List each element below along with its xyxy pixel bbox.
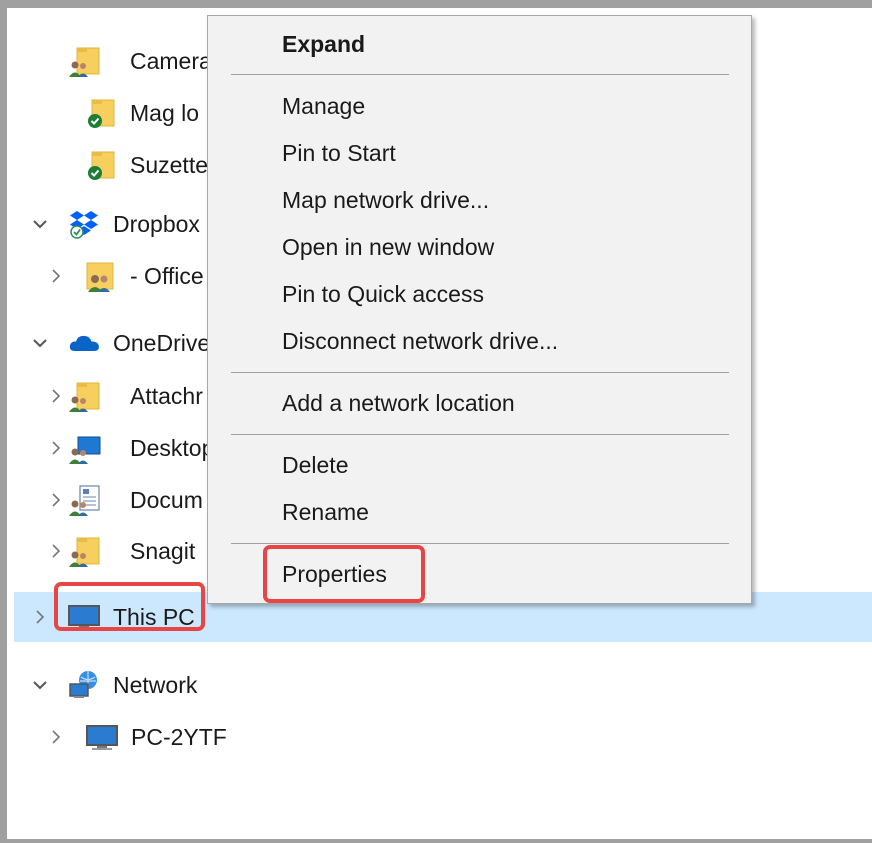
menu-item-expand[interactable]: Expand bbox=[282, 24, 365, 64]
menu-item-delete[interactable]: Delete bbox=[282, 445, 348, 485]
chevron-right-icon[interactable] bbox=[48, 543, 64, 559]
chevron-right-icon[interactable] bbox=[48, 268, 64, 284]
shared-documents-icon bbox=[69, 484, 101, 516]
tree-item-pc-2ytf[interactable]: PC-2YTF bbox=[14, 712, 872, 762]
computer-icon bbox=[86, 721, 118, 753]
tree-item-label: Suzette bbox=[130, 151, 208, 178]
context-menu: Expand Manage Pin to Start Map network d… bbox=[207, 15, 752, 604]
menu-separator bbox=[231, 543, 729, 544]
tree-item-label: Docum bbox=[130, 486, 203, 513]
menu-item-pin-to-start[interactable]: Pin to Start bbox=[282, 133, 396, 173]
chevron-down-icon[interactable] bbox=[32, 216, 48, 232]
tree-item-label: This PC bbox=[113, 603, 195, 630]
synced-folder-icon bbox=[86, 149, 118, 181]
menu-item-manage[interactable]: Manage bbox=[282, 86, 365, 126]
tree-item-network[interactable]: Network bbox=[14, 660, 872, 710]
tree-item-label: Attachr bbox=[130, 382, 203, 409]
computer-icon bbox=[68, 601, 100, 633]
tree-item-label: Desktop bbox=[130, 434, 215, 461]
shared-folder-icon bbox=[69, 45, 101, 77]
menu-item-properties[interactable]: Properties bbox=[282, 554, 387, 594]
synced-folder-icon bbox=[86, 97, 118, 129]
menu-item-open-in-new-window[interactable]: Open in new window bbox=[282, 227, 494, 267]
onedrive-icon bbox=[68, 327, 100, 359]
tree-item-label: Dropbox bbox=[113, 210, 200, 237]
dropbox-icon bbox=[68, 208, 100, 240]
menu-item-disconnect-network-drive[interactable]: Disconnect network drive... bbox=[282, 321, 558, 361]
menu-separator bbox=[231, 74, 729, 75]
tree-item-label: Mag lo bbox=[130, 99, 200, 126]
chevron-down-icon[interactable] bbox=[32, 335, 48, 351]
tree-item-label: PC-2YTF bbox=[131, 723, 227, 750]
tree-item-label: - Office bbox=[130, 262, 204, 289]
shared-folder-icon bbox=[84, 260, 116, 292]
chevron-right-icon[interactable] bbox=[48, 388, 64, 404]
tree-item-label: OneDrive bbox=[113, 329, 211, 356]
menu-item-rename[interactable]: Rename bbox=[282, 492, 369, 532]
chevron-right-icon[interactable] bbox=[48, 492, 64, 508]
chevron-right-icon[interactable] bbox=[32, 609, 48, 625]
chevron-right-icon[interactable] bbox=[48, 729, 64, 745]
tree-item-label: Snagit bbox=[130, 537, 196, 564]
menu-item-pin-to-quick-access[interactable]: Pin to Quick access bbox=[282, 274, 484, 314]
shared-folder-icon bbox=[69, 380, 101, 412]
menu-separator bbox=[231, 434, 729, 435]
network-icon bbox=[68, 669, 100, 701]
shared-folder-icon bbox=[69, 535, 101, 567]
menu-item-add-network-location[interactable]: Add a network location bbox=[282, 383, 515, 423]
tree-item-label: Network bbox=[113, 671, 198, 698]
chevron-right-icon[interactable] bbox=[48, 440, 64, 456]
shared-desktop-icon bbox=[69, 432, 101, 464]
menu-item-map-network-drive[interactable]: Map network drive... bbox=[282, 180, 489, 220]
tree-item-label: Camera bbox=[130, 47, 212, 74]
menu-separator bbox=[231, 372, 729, 373]
chevron-down-icon[interactable] bbox=[32, 677, 48, 693]
